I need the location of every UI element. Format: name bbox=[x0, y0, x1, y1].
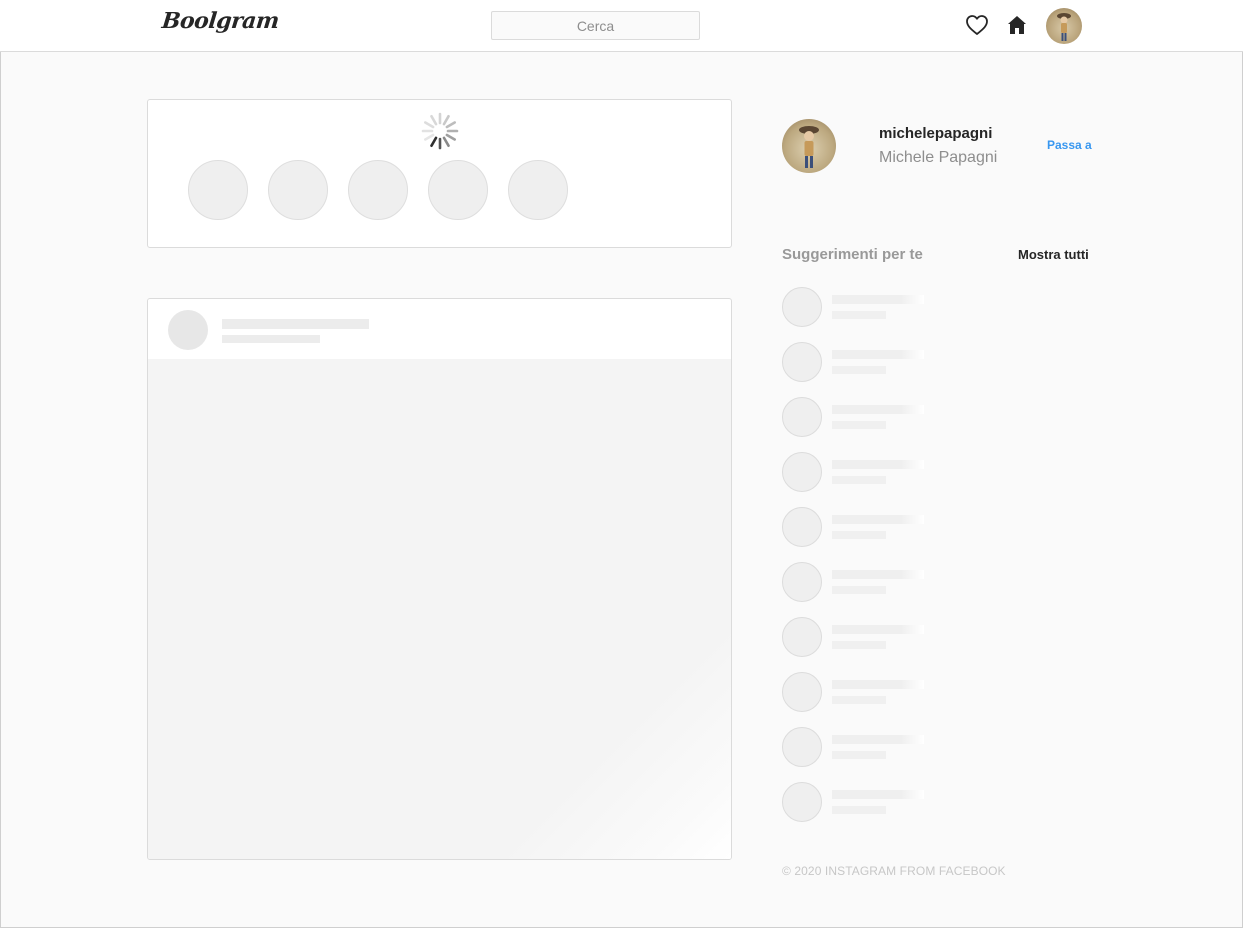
post-skeleton bbox=[147, 298, 732, 860]
heart-icon[interactable] bbox=[965, 13, 989, 37]
suggestion-subtitle-placeholder bbox=[832, 531, 886, 539]
suggestion-avatar-placeholder bbox=[782, 617, 822, 657]
suggestion-avatar-placeholder bbox=[782, 562, 822, 602]
suggestion-avatar-placeholder bbox=[782, 397, 822, 437]
suggestion-subtitle-placeholder bbox=[832, 421, 886, 429]
suggestion-avatar-placeholder bbox=[782, 452, 822, 492]
suggestion-placeholder bbox=[782, 782, 1092, 822]
suggestion-name-placeholder bbox=[832, 570, 924, 579]
suggestion-placeholder bbox=[782, 342, 1092, 382]
suggestion-subtitle-placeholder bbox=[832, 806, 886, 814]
suggestions-title: Suggerimenti per te bbox=[782, 246, 923, 263]
stories-card bbox=[147, 99, 732, 248]
suggestion-avatar-placeholder bbox=[782, 782, 822, 822]
suggestion-subtitle-placeholder bbox=[832, 366, 886, 374]
suggestion-avatar-placeholder bbox=[782, 342, 822, 382]
suggestion-avatar-placeholder bbox=[782, 507, 822, 547]
suggestion-placeholder bbox=[782, 672, 1092, 712]
avatar-figure-icon bbox=[799, 126, 819, 168]
suggestion-placeholder bbox=[782, 617, 1092, 657]
suggestion-name-placeholder bbox=[832, 735, 924, 744]
suggestion-subtitle-placeholder bbox=[832, 641, 886, 649]
suggestion-subtitle-placeholder bbox=[832, 311, 886, 319]
suggestion-subtitle-placeholder bbox=[832, 476, 886, 484]
suggestion-placeholder bbox=[782, 507, 1092, 547]
suggestion-name-placeholder bbox=[832, 405, 924, 414]
suggestion-name-placeholder bbox=[832, 680, 924, 689]
post-username-placeholder bbox=[222, 319, 369, 329]
story-placeholder[interactable] bbox=[508, 160, 568, 220]
logo[interactable]: Boolgram bbox=[161, 8, 281, 34]
spinner-icon bbox=[421, 112, 459, 150]
home-icon[interactable] bbox=[1005, 13, 1029, 37]
story-placeholder[interactable] bbox=[268, 160, 328, 220]
suggestion-name-placeholder bbox=[832, 350, 924, 359]
suggestion-name-placeholder bbox=[832, 295, 924, 304]
story-placeholder[interactable] bbox=[188, 160, 248, 220]
suggestion-avatar-placeholder bbox=[782, 672, 822, 712]
suggestion-avatar-placeholder bbox=[782, 727, 822, 767]
suggestion-name-placeholder bbox=[832, 790, 924, 799]
switch-account-link[interactable]: Passa a bbox=[1047, 138, 1092, 152]
show-all-link[interactable]: Mostra tutti bbox=[1018, 247, 1089, 262]
suggestion-placeholder bbox=[782, 452, 1092, 492]
post-avatar-placeholder bbox=[168, 310, 208, 350]
profile-username[interactable]: michelepapagni bbox=[879, 125, 992, 142]
profile-avatar[interactable] bbox=[1046, 8, 1082, 44]
suggestion-subtitle-placeholder bbox=[832, 751, 886, 759]
suggestion-name-placeholder bbox=[832, 515, 924, 524]
story-placeholder[interactable] bbox=[348, 160, 408, 220]
suggestion-subtitle-placeholder bbox=[832, 586, 886, 594]
suggestion-placeholder bbox=[782, 562, 1092, 602]
sidebar-profile-avatar[interactable] bbox=[782, 119, 836, 173]
suggestion-placeholder bbox=[782, 287, 1092, 327]
avatar-figure-icon bbox=[1057, 13, 1071, 41]
suggestion-name-placeholder bbox=[832, 460, 924, 469]
top-navbar: Boolgram bbox=[0, 0, 1243, 52]
suggestion-name-placeholder bbox=[832, 625, 924, 634]
story-placeholder[interactable] bbox=[428, 160, 488, 220]
suggestion-placeholder bbox=[782, 727, 1092, 767]
post-media-placeholder bbox=[148, 359, 731, 859]
suggestion-subtitle-placeholder bbox=[832, 696, 886, 704]
footer-copyright: © 2020 INSTAGRAM FROM FACEBOOK bbox=[782, 864, 1006, 878]
profile-full-name: Michele Papagni bbox=[879, 149, 998, 166]
suggestion-placeholder bbox=[782, 397, 1092, 437]
search-input[interactable] bbox=[491, 11, 700, 40]
post-location-placeholder bbox=[222, 335, 320, 343]
suggestion-avatar-placeholder bbox=[782, 287, 822, 327]
